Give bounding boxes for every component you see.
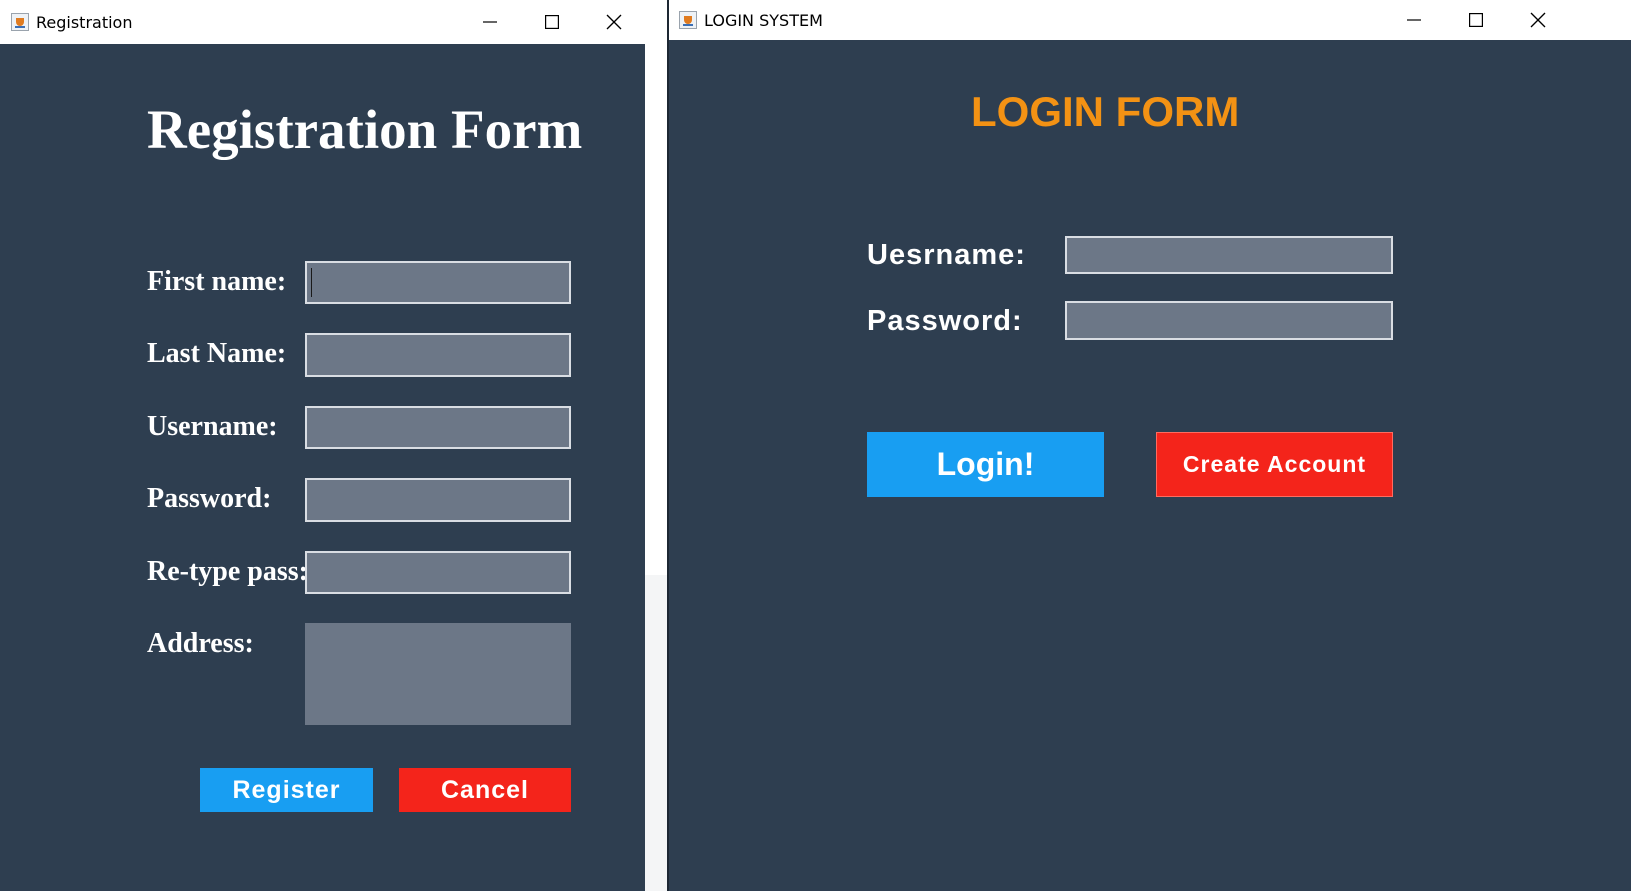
desktop-background xyxy=(645,0,667,575)
address-label: Address: xyxy=(147,628,254,659)
username-label: Username: xyxy=(147,411,278,442)
username-label: Uesrname: xyxy=(867,239,1026,271)
first-name-label: First name: xyxy=(147,266,287,297)
password-input[interactable] xyxy=(305,478,571,522)
registration-window: Registration Registration Form First nam… xyxy=(0,0,645,891)
last-name-input[interactable] xyxy=(305,333,571,377)
maximize-icon xyxy=(1469,13,1483,27)
desktop-background-lower xyxy=(645,575,667,891)
window-title: Registration xyxy=(36,12,133,32)
register-button[interactable]: Register xyxy=(200,768,373,812)
retype-password-input[interactable] xyxy=(305,551,571,594)
java-cup-icon xyxy=(11,13,29,31)
username-input[interactable] xyxy=(305,406,571,449)
minimize-icon xyxy=(483,21,497,23)
window-controls xyxy=(1383,0,1569,40)
maximize-button[interactable] xyxy=(521,0,583,44)
close-icon xyxy=(1530,12,1546,28)
window-title: LOGIN SYSTEM xyxy=(704,10,823,30)
cancel-button[interactable]: Cancel xyxy=(399,768,571,812)
maximize-icon xyxy=(545,15,559,29)
window-controls xyxy=(459,0,645,44)
address-textarea[interactable] xyxy=(305,623,571,725)
text-cursor xyxy=(311,268,312,297)
last-name-label: Last Name: xyxy=(147,338,287,369)
login-button[interactable]: Login! xyxy=(867,432,1104,497)
close-button[interactable] xyxy=(1507,0,1569,40)
first-name-input[interactable] xyxy=(305,261,571,304)
registration-heading: Registration Form xyxy=(147,99,583,160)
java-cup-icon xyxy=(679,11,697,29)
login-heading: LOGIN FORM xyxy=(971,88,1240,135)
retype-password-label: Re-type pass: xyxy=(147,556,308,587)
password-label: Password: xyxy=(867,305,1023,337)
password-label: Password: xyxy=(147,483,272,514)
close-button[interactable] xyxy=(583,0,645,44)
login-titlebar[interactable]: LOGIN SYSTEM xyxy=(669,0,1631,40)
minimize-button[interactable] xyxy=(1383,0,1445,40)
close-icon xyxy=(606,14,622,30)
registration-titlebar[interactable]: Registration xyxy=(0,0,645,44)
username-input[interactable] xyxy=(1065,236,1393,274)
create-account-button[interactable]: Create Account xyxy=(1156,432,1393,497)
login-window: LOGIN SYSTEM LOGIN FORM Uesrname: Passwo… xyxy=(667,0,1631,891)
maximize-button[interactable] xyxy=(1445,0,1507,40)
password-input[interactable] xyxy=(1065,301,1393,340)
minimize-button[interactable] xyxy=(459,0,521,44)
minimize-icon xyxy=(1407,19,1421,21)
